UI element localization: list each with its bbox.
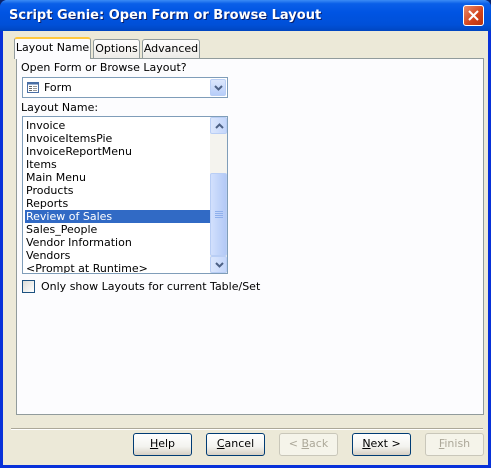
- list-item[interactable]: Items: [25, 158, 211, 171]
- cancel-accel: C: [216, 437, 225, 450]
- window-title: Script Genie: Open Form or Browse Layout: [9, 8, 322, 23]
- filter-checkbox-label[interactable]: Only show Layouts for current Table/Set: [41, 280, 260, 293]
- dropdown-button[interactable]: [210, 79, 226, 96]
- scroll-down-button[interactable]: [210, 256, 227, 273]
- open-form-value: Form: [44, 81, 72, 94]
- open-form-dropdown[interactable]: Form: [22, 77, 228, 98]
- tab-advanced[interactable]: Advanced: [142, 39, 200, 59]
- back-pre: <: [288, 437, 302, 450]
- cancel-rest: ancel: [224, 437, 255, 450]
- list-item[interactable]: Vendor Information: [25, 236, 211, 249]
- next-accel: N: [362, 437, 371, 450]
- open-form-label: Open Form or Browse Layout?: [21, 61, 187, 74]
- list-item[interactable]: Sales_People: [25, 223, 211, 236]
- chevron-down-icon: [214, 85, 223, 91]
- vertical-scrollbar[interactable]: [210, 117, 227, 273]
- next-rest: ext >: [370, 437, 401, 450]
- help-button[interactable]: Help: [133, 433, 192, 456]
- cancel-button[interactable]: Cancel: [206, 433, 265, 456]
- tab-options-label: Options: [95, 42, 138, 55]
- tab-layout-name-label: Layout Name: [15, 41, 90, 54]
- list-item[interactable]: Review of Sales: [25, 210, 211, 223]
- tab-advanced-label: Advanced: [143, 42, 199, 55]
- next-button[interactable]: Next >: [352, 433, 411, 456]
- list-item[interactable]: Reports: [25, 197, 211, 210]
- scroll-up-button[interactable]: [210, 117, 227, 134]
- form-layout-icon: [27, 82, 39, 93]
- list-item[interactable]: InvoiceReportMenu: [25, 145, 211, 158]
- list-item[interactable]: Invoice: [25, 119, 211, 132]
- back-accel: B: [301, 437, 310, 450]
- back-rest: ack: [309, 437, 329, 450]
- dialog-window: Script Genie: Open Form or Browse Layout…: [0, 0, 491, 468]
- title-bar[interactable]: Script Genie: Open Form or Browse Layout: [0, 0, 491, 31]
- filter-checkbox[interactable]: [22, 280, 35, 293]
- chevron-up-icon: [215, 123, 224, 129]
- tab-options[interactable]: Options: [93, 39, 140, 59]
- tab-layout-name[interactable]: Layout Name: [14, 37, 91, 59]
- chevron-down-icon: [215, 262, 224, 268]
- button-separator: [11, 428, 483, 430]
- finish-button[interactable]: Finish: [425, 433, 484, 456]
- layout-name-label: Layout Name:: [21, 101, 99, 114]
- help-accel: H: [149, 437, 159, 450]
- list-item[interactable]: Vendors: [25, 249, 211, 262]
- scroll-thumb[interactable]: [210, 173, 227, 256]
- finish-rest: inish: [444, 437, 471, 450]
- close-button[interactable]: [463, 5, 484, 26]
- back-button[interactable]: < Back: [279, 433, 338, 456]
- list-item[interactable]: InvoiceItemsPie: [25, 132, 211, 145]
- close-icon: [468, 10, 479, 21]
- list-item[interactable]: <Prompt at Runtime>: [25, 262, 211, 273]
- list-item[interactable]: Products: [25, 184, 211, 197]
- layout-name-list[interactable]: Invoice InvoiceItemsPie InvoiceReportMenu I…: [22, 116, 228, 274]
- list-item[interactable]: Main Menu: [25, 171, 211, 184]
- help-rest: elp: [158, 437, 176, 450]
- tab-panel-layout-name: Open Form or Browse Layout? Form Layout …: [16, 58, 484, 415]
